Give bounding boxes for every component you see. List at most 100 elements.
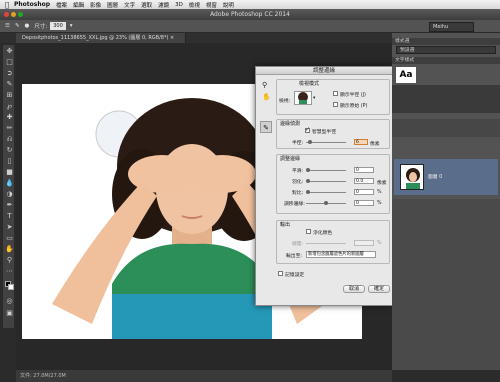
gradient-tool-icon[interactable]: ■ (5, 168, 14, 177)
output-to-select[interactable]: 新增包含圖層遮色片的新圖層 (306, 251, 376, 258)
chevron-down-icon[interactable]: ▾ (313, 96, 315, 101)
show-radius-checkbox[interactable] (333, 91, 338, 96)
crop-tool-icon[interactable]: ⊞ (5, 91, 14, 100)
styles-dropdown[interactable]: 預設選 (396, 46, 496, 54)
screen-mode-icon[interactable]: ▣ (5, 309, 14, 318)
menu-image[interactable]: 影像 (90, 1, 101, 9)
dodge-tool-icon[interactable]: ◑ (5, 190, 14, 199)
remember-settings-checkbox[interactable] (278, 271, 283, 276)
refine-radius-tool-icon[interactable]: ✎ (260, 121, 272, 133)
feather-input[interactable]: 0.0 (354, 178, 374, 184)
app-menu[interactable]: Photoshop (14, 1, 50, 8)
document-tab[interactable]: Depositphotos_11138655_XXL.jpg @ 23% (圖層… (16, 33, 186, 43)
shift-edge-input[interactable]: 0 (354, 200, 374, 206)
decontaminate-label: 淨化顏色 (313, 231, 333, 236)
feather-label: 羽化: (292, 180, 304, 185)
contrast-slider[interactable] (306, 190, 346, 194)
menu-type[interactable]: 文字 (124, 1, 135, 9)
shape-tool-icon[interactable]: ▭ (5, 234, 14, 243)
panel-header-character-styles[interactable]: 文字樣式 (392, 57, 500, 64)
move-tool-icon[interactable]: ✥ (5, 47, 14, 56)
pen-tool-icon[interactable]: ✒ (5, 201, 14, 210)
mac-menu-bar:  Photoshop 檔案 編輯 影像 圖層 文字 選取 濾鏡 3D 檢視 視… (0, 0, 500, 9)
feather-slider[interactable] (306, 179, 346, 183)
contrast-input[interactable]: 0 (354, 189, 374, 195)
text-style-swatch[interactable]: Aa (396, 67, 416, 83)
path-selection-tool-icon[interactable]: ➤ (5, 223, 14, 232)
view-thumbnail[interactable] (294, 91, 312, 105)
zoom-tool-icon[interactable]: ⚲ (5, 256, 14, 265)
show-original-checkbox[interactable] (333, 102, 338, 107)
lasso-tool-icon[interactable]: ➲ (5, 69, 14, 78)
minimize-window-button[interactable] (11, 12, 16, 17)
radius-unit: 像素 (370, 142, 380, 147)
hand-tool-icon[interactable]: ✋ (262, 93, 271, 101)
menu-layer[interactable]: 圖層 (107, 1, 118, 9)
background-color-swatch[interactable] (8, 284, 14, 290)
decontaminate-checkbox[interactable] (306, 229, 311, 234)
show-radius-label: 顯示半徑 (J) (340, 93, 366, 98)
right-panels: 樣式選 預設選 文字樣式 Aa 圖層 0 (392, 33, 500, 370)
cancel-button[interactable]: 取消 (343, 285, 365, 293)
quick-select-tool-icon[interactable]: ✎ (5, 80, 14, 89)
layers-list-empty (392, 199, 500, 370)
smooth-slider[interactable] (306, 168, 346, 172)
radius-label: 半徑: (292, 141, 304, 146)
smooth-input[interactable]: 0 (354, 167, 374, 173)
hand-tool-icon[interactable]: ✋ (5, 245, 14, 254)
options-bar: ☰ ✎ ● 尺寸: 300 ▾ Meihu (0, 20, 500, 33)
healing-brush-tool-icon[interactable]: ✚ (5, 113, 14, 122)
view-label: 檢視: (279, 99, 291, 104)
history-brush-tool-icon[interactable]: ↻ (5, 146, 14, 155)
type-tool-icon[interactable]: T (5, 212, 14, 221)
menu-select[interactable]: 選取 (141, 1, 152, 9)
contrast-slider-knob[interactable] (306, 190, 310, 194)
view-preview-icon (298, 92, 308, 104)
home-icon[interactable]: ☰ (5, 23, 10, 29)
menu-view[interactable]: 檢視 (189, 1, 200, 9)
ok-button[interactable]: 確定 (368, 285, 390, 293)
zoom-window-button[interactable] (18, 12, 23, 17)
feather-slider-knob[interactable] (306, 179, 310, 183)
smooth-slider-knob[interactable] (306, 168, 310, 172)
shift-edge-slider[interactable] (306, 201, 346, 205)
status-bar: 文件: 27.0M/27.0M (16, 370, 392, 382)
panel-empty-area (392, 85, 500, 113)
brush-tool-icon[interactable]: ✏ (5, 124, 14, 133)
more-tools-icon[interactable]: ⋯ (5, 267, 14, 276)
output-label: 輸出 (280, 222, 291, 228)
size-input[interactable]: 300 (50, 22, 66, 30)
zoom-tool-icon[interactable]: ⚲ (262, 81, 267, 89)
menu-filter[interactable]: 濾鏡 (158, 1, 169, 9)
brush-tool-preset-icon[interactable]: ✎ (15, 23, 20, 29)
menu-file[interactable]: 檔案 (56, 1, 67, 9)
close-window-button[interactable] (4, 12, 9, 17)
menu-edit[interactable]: 編輯 (73, 1, 84, 9)
apple-icon[interactable]:  (0, 1, 14, 9)
contrast-unit: % (377, 190, 382, 195)
brush-preset-picker-icon[interactable]: ● (25, 23, 30, 29)
clone-stamp-tool-icon[interactable]: ⎌ (5, 135, 14, 144)
shift-edge-slider-knob[interactable] (324, 201, 328, 205)
tools-panel: ✥ □ ➲ ✎ ⊞ ℘ ✚ ✏ ⎌ ↻ ▯ ■ 💧 ◑ ✒ T ➤ ▭ ✋ ⚲ … (2, 44, 15, 329)
radius-slider[interactable] (306, 140, 346, 144)
layer-row[interactable]: 圖層 0 (394, 159, 498, 195)
menu-help[interactable]: 說明 (223, 1, 234, 9)
quick-mask-icon[interactable]: ◎ (5, 297, 14, 306)
layers-panel-controls[interactable] (392, 119, 500, 137)
feather-unit: 像素 (377, 181, 387, 186)
workspace-switcher[interactable]: Meihu (429, 22, 474, 32)
amount-unit: % (377, 241, 382, 246)
chevron-down-icon[interactable]: ▾ (70, 23, 73, 29)
eyedropper-tool-icon[interactable]: ℘ (5, 102, 14, 111)
eraser-tool-icon[interactable]: ▯ (5, 157, 14, 166)
check-icon: ✓ (305, 126, 311, 133)
radius-slider-knob[interactable] (308, 140, 312, 144)
marquee-tool-icon[interactable]: □ (5, 58, 14, 67)
menu-3d[interactable]: 3D (175, 2, 183, 8)
smart-radius-label: 智慧型半徑 (312, 130, 336, 135)
menu-window[interactable]: 視窗 (206, 1, 217, 9)
panel-header-styles[interactable]: 樣式選 (392, 38, 500, 45)
radius-input[interactable]: 6 (354, 139, 368, 145)
blur-tool-icon[interactable]: 💧 (5, 179, 14, 188)
